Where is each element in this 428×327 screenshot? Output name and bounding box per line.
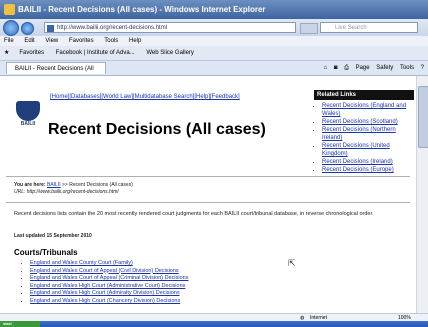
command-bar: ⌂ ◙ ⎙ Page Safety Tools ? (319, 61, 424, 75)
related-link-ireland[interactable]: Recent Decisions (Ireland) (322, 158, 414, 166)
feeds-icon[interactable]: ◙ (334, 65, 338, 71)
bailii-shield-icon (16, 101, 40, 121)
courts-list: England and Wales County Court (Family) … (22, 260, 188, 306)
link-world-law[interactable]: [World Law] (101, 94, 133, 100)
related-link-england-wales[interactable]: Recent Decisions (England and Wales) (322, 102, 414, 118)
related-link-northern-ireland[interactable]: Recent Decisions (Northern Ireland) (322, 126, 414, 142)
menu-bar: File Edit View Favorites Tools Help (0, 36, 428, 46)
ie-icon (4, 4, 15, 15)
page-title: Recent Decisions (All cases) (48, 121, 266, 138)
refresh-stop-icon[interactable] (300, 23, 318, 34)
breadcrumb: You are here: BAILII >> Recent Decisions… (14, 182, 133, 196)
related-links-list: Recent Decisions (England and Wales) Rec… (314, 102, 414, 174)
scrollbar-thumb[interactable] (418, 86, 428, 148)
menu-tools[interactable]: Tools (104, 38, 118, 44)
vertical-scrollbar[interactable] (416, 76, 428, 313)
breadcrumb-link-bailii[interactable]: BAILII (47, 182, 61, 188)
favorites-bar: ★ Favorites Facebook | Institute of Adva.… (0, 46, 428, 61)
breadcrumb-current: >> Recent Decisions (All cases) (60, 182, 133, 188)
link-databases[interactable]: [Databases] (69, 94, 101, 100)
court-link[interactable]: England and Wales High Court (Administra… (30, 283, 188, 291)
print-icon[interactable]: ⎙ (344, 65, 349, 71)
court-link[interactable]: England and Wales High Court (Admiralty … (30, 290, 188, 298)
page-favicon-icon (47, 25, 54, 32)
divider (6, 176, 410, 177)
page-url-line: URL: http://www.bailii.org/recent-decisi… (14, 189, 119, 195)
divider (6, 202, 410, 203)
related-links-box: Related Links Recent Decisions (England … (314, 90, 414, 174)
court-link[interactable]: England and Wales Court of Appeal (Crimi… (30, 275, 188, 283)
link-help[interactable]: [Help] (194, 94, 210, 100)
related-link-united-kingdom[interactable]: Recent Decisions (United Kingdom) (322, 142, 414, 158)
start-button[interactable]: start (0, 321, 40, 327)
last-updated: Last updated 15 September 2010 (14, 233, 92, 239)
search-input[interactable]: Live Search (320, 22, 418, 33)
address-bar[interactable]: http://www.bailii.org/recent-decisions.h… (44, 22, 296, 33)
bailii-logo[interactable]: BAILII (16, 101, 40, 127)
mouse-cursor-icon: ⇱ (288, 258, 296, 268)
home-icon[interactable]: ⌂ (324, 65, 328, 71)
menu-file[interactable]: File (4, 38, 14, 44)
favorites-label[interactable]: Favorites (19, 50, 44, 56)
window-title: BAILII - Recent Decisions (All cases) - … (18, 5, 266, 14)
page-menu[interactable]: Page (356, 65, 370, 71)
favorite-facebook[interactable]: Facebook | Institute of Adva... (56, 50, 135, 56)
tab-bar: BAILII - Recent Decisions (All cases) ⌂ … (0, 61, 428, 84)
tools-menu[interactable]: Tools (400, 65, 414, 71)
court-link[interactable]: England and Wales County Court (Family) (30, 260, 188, 268)
menu-favorites[interactable]: Favorites (69, 38, 94, 44)
navigation-bar: http://www.bailii.org/recent-decisions.h… (0, 19, 428, 36)
related-links-heading: Related Links (314, 90, 414, 100)
link-home[interactable]: [Home] (50, 94, 69, 100)
link-feedback[interactable]: [Feedback] (210, 94, 240, 100)
help-icon[interactable]: ? (421, 65, 424, 71)
court-link[interactable]: England and Wales Court of Appeal (Civil… (30, 268, 188, 276)
web-page: BAILII [Home][Databases][World Law][Mult… (0, 76, 416, 313)
related-link-scotland[interactable]: Recent Decisions (Scotland) (322, 118, 414, 126)
courts-heading: Courts/Tribunals (14, 248, 78, 257)
menu-help[interactable]: Help (129, 38, 141, 44)
link-multidatabase-search[interactable]: [Multidatabase Search] (133, 94, 194, 100)
related-link-europe[interactable]: Recent Decisions (Europe) (322, 166, 414, 174)
menu-view[interactable]: View (45, 38, 58, 44)
address-url: http://www.bailii.org/recent-decisions.h… (57, 25, 168, 31)
top-links: [Home][Databases][World Law][Multidataba… (50, 94, 240, 100)
intro-text: Recent decisions lists contain the 20 mo… (14, 211, 374, 217)
taskbar: start (0, 321, 428, 327)
menu-edit[interactable]: Edit (24, 38, 34, 44)
tab-bailii[interactable]: BAILII - Recent Decisions (All cases) (6, 62, 106, 84)
back-button[interactable] (3, 20, 19, 36)
favorite-web-slice-gallery[interactable]: Web Slice Gallery (146, 50, 194, 56)
window-titlebar: BAILII - Recent Decisions (All cases) - … (0, 0, 428, 19)
safety-menu[interactable]: Safety (376, 65, 393, 71)
favorites-star-icon[interactable]: ★ (4, 50, 9, 56)
breadcrumb-label: You are here: (14, 182, 46, 188)
forward-button[interactable] (21, 22, 34, 35)
court-link[interactable]: England and Wales High Court (Chancery D… (30, 298, 188, 306)
